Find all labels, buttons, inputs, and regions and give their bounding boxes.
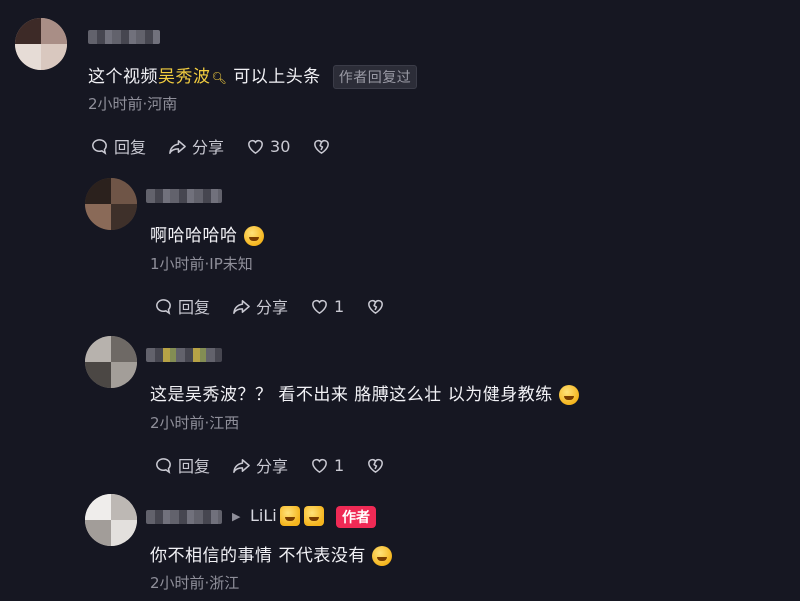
heart-icon bbox=[248, 139, 263, 154]
reply-to-arrow-icon: ▶ bbox=[232, 510, 241, 523]
heart-icon bbox=[312, 458, 327, 473]
comment-actions: 回复 分享 1 bbox=[154, 453, 385, 477]
reply-label: 回复 bbox=[178, 298, 211, 317]
like-button[interactable]: 1 bbox=[310, 297, 344, 316]
like-count: 1 bbox=[334, 455, 345, 475]
comment-meta: 1小时前·IP未知 bbox=[150, 255, 253, 273]
username[interactable] bbox=[146, 348, 222, 362]
reply-icon bbox=[92, 138, 107, 155]
comment-text: 这个视频吴秀波🔍︎ 可以上头条 作者回复过 bbox=[88, 62, 418, 89]
like-button[interactable]: 30 bbox=[246, 137, 290, 156]
comment-text: 你不相信的事情 不代表没有 bbox=[150, 541, 392, 566]
search-keyword-link[interactable]: 吴秀波 bbox=[158, 67, 211, 87]
dislike-button[interactable] bbox=[366, 297, 385, 316]
reply-button[interactable]: 回复 bbox=[154, 453, 210, 477]
share-button[interactable]: 分享 bbox=[168, 134, 224, 158]
comment-text: 这是吴秀波？？ 看不出来 胳膊这么壮 以为健身教练 bbox=[150, 380, 579, 405]
tearful-laugh-emoji-icon bbox=[558, 385, 579, 405]
author-badge: 作者 bbox=[336, 506, 376, 528]
comment-text-part: 这是吴秀波？？ 看不出来 胳膊这么壮 以为健身教练 bbox=[150, 385, 553, 405]
comment-text-part: 啊哈哈哈哈 bbox=[150, 226, 238, 246]
comment-text-part: 你不相信的事情 不代表没有 bbox=[150, 546, 366, 566]
dislike-button[interactable] bbox=[312, 137, 331, 156]
pray-emoji-icon bbox=[280, 506, 300, 526]
reply-label: 回复 bbox=[114, 138, 147, 157]
broken-heart-icon bbox=[368, 458, 384, 473]
like-button[interactable]: 1 bbox=[310, 456, 344, 475]
comment-meta: 2小时前·河南 bbox=[88, 95, 178, 113]
avatar[interactable] bbox=[85, 336, 137, 388]
share-label: 分享 bbox=[192, 138, 225, 157]
heart-icon bbox=[312, 299, 327, 314]
reply-label: 回复 bbox=[178, 457, 211, 476]
share-button[interactable]: 分享 bbox=[232, 294, 288, 318]
username[interactable] bbox=[146, 189, 222, 203]
like-count: 30 bbox=[270, 136, 291, 156]
reply-to-username[interactable]: LiLi bbox=[250, 506, 277, 525]
comment-text-part: 可以上头条 bbox=[233, 67, 321, 87]
comment-actions: 回复 分享 30 bbox=[90, 134, 331, 158]
reply-icon bbox=[156, 298, 171, 315]
pray-emoji-icon bbox=[304, 506, 324, 526]
author-replied-badge: 作者回复过 bbox=[332, 65, 418, 89]
username[interactable] bbox=[146, 510, 222, 524]
comment-text: 啊哈哈哈哈 bbox=[150, 221, 264, 246]
comment-text-part: 这个视频 bbox=[88, 67, 158, 87]
comment-meta: 2小时前·浙江 bbox=[150, 574, 240, 592]
username[interactable] bbox=[88, 30, 160, 44]
broken-heart-icon bbox=[368, 299, 384, 314]
share-button[interactable]: 分享 bbox=[232, 453, 288, 477]
like-count: 1 bbox=[334, 296, 345, 316]
reply-button[interactable]: 回复 bbox=[90, 134, 146, 158]
share-icon bbox=[169, 139, 186, 154]
share-icon bbox=[233, 299, 250, 314]
comment-actions: 回复 分享 1 bbox=[154, 294, 385, 318]
share-label: 分享 bbox=[256, 457, 289, 476]
reply-icon bbox=[156, 457, 171, 474]
broken-heart-icon bbox=[314, 139, 330, 154]
share-icon bbox=[233, 458, 250, 473]
avatar[interactable] bbox=[85, 178, 137, 230]
dislike-button[interactable] bbox=[366, 456, 385, 475]
avatar[interactable] bbox=[85, 494, 137, 546]
reply-button[interactable]: 回复 bbox=[154, 294, 210, 318]
grin-emoji-icon bbox=[371, 546, 392, 566]
share-label: 分享 bbox=[256, 298, 289, 317]
comment-meta: 2小时前·江西 bbox=[150, 414, 240, 432]
search-icon: 🔍︎ bbox=[211, 71, 228, 85]
laugh-emoji-icon bbox=[243, 226, 264, 246]
avatar[interactable] bbox=[15, 18, 67, 70]
